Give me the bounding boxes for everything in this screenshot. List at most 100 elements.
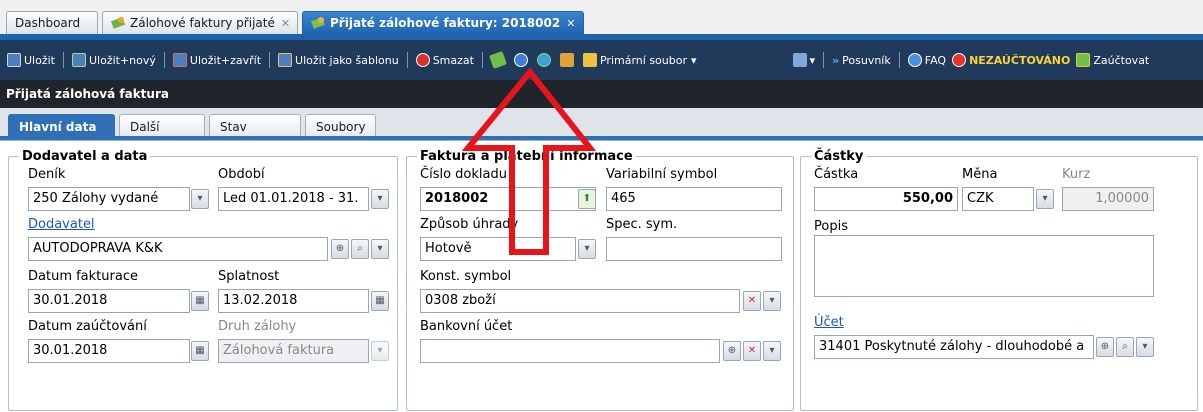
chevron-down-icon[interactable]: ▾ <box>371 239 389 259</box>
toolbar-separator <box>481 52 483 68</box>
supplier-field[interactable]: AUTODOPRAVA K&K <box>28 237 328 261</box>
floppy-close-icon <box>172 53 187 67</box>
bank-account-label: Bankovní účet <box>420 319 513 334</box>
add-icon[interactable]: ⊕ <box>723 341 741 361</box>
chevron-down-icon: ▾ <box>690 53 697 67</box>
add-icon[interactable]: ⊕ <box>331 239 349 259</box>
double-arrow-icon: » <box>832 53 840 67</box>
currency-label: Měna <box>962 167 998 182</box>
money-icon <box>489 51 507 69</box>
description-textarea[interactable] <box>814 235 1154 297</box>
layout-menu-button[interactable]: ▾ <box>790 48 819 72</box>
save-button[interactable]: Uložit <box>4 48 58 72</box>
save-new-button[interactable]: Uložit+nový <box>69 48 159 72</box>
invoice-money-icon <box>110 14 126 29</box>
page-title: Přijatá zálohová faktura <box>0 80 1203 108</box>
document-number-label: Číslo dokladu <box>420 167 507 182</box>
due-date-field[interactable]: 13.02.2018 <box>218 289 369 313</box>
tab-label: Dashboard <box>15 16 81 30</box>
grid-icon <box>792 53 807 67</box>
save-template-button[interactable]: Uložit jako šablonu <box>275 48 402 72</box>
journal-label: Deník <box>28 167 66 182</box>
calendar-icon[interactable]: ▦ <box>371 291 389 311</box>
period-select[interactable]: Led 01.01.2018 - 31. <box>218 187 369 211</box>
ledger-icon <box>1076 53 1091 67</box>
account-link[interactable]: Účet <box>814 315 844 330</box>
tab-advance-invoice-detail[interactable]: Přijaté zálohové faktury: 2018002 ✕ <box>302 11 584 35</box>
advance-type-select: Zálohová faktura <box>218 339 369 363</box>
faq-button[interactable]: FAQ <box>905 48 949 72</box>
form-tab-bar: Hlavní data Další údaje Stav faktury Sou… <box>0 108 1203 158</box>
calendar-icon[interactable]: ▦ <box>191 291 209 311</box>
exchange-rate-field: 1,00000 <box>1062 187 1154 211</box>
description-label: Popis <box>814 219 848 234</box>
slider-button[interactable]: » Posuvník <box>829 48 894 72</box>
tab-advance-invoices-received[interactable]: Zálohové faktury přijaté ✕ <box>102 11 298 35</box>
floppy-icon <box>7 53 21 67</box>
primary-file-button[interactable]: Primární soubor ▾ <box>580 48 700 72</box>
group-title: Faktura a platební informace <box>420 149 633 164</box>
chevron-down-icon[interactable]: ▾ <box>1136 337 1154 357</box>
chevron-down-icon[interactable]: ▾ <box>763 291 781 311</box>
due-date-label: Splatnost <box>218 269 280 284</box>
calendar-icon[interactable]: ▦ <box>191 341 209 361</box>
chevron-down-icon: ▾ <box>809 53 816 67</box>
posting-date-field[interactable]: 30.01.2018 <box>28 339 190 363</box>
journal-select[interactable]: 250 Zálohy vydané <box>28 187 190 211</box>
clear-icon[interactable]: ✕ <box>743 291 761 311</box>
payment-method-select[interactable]: Hotově <box>420 237 576 261</box>
posting-date-label: Datum zaúčtování <box>28 319 147 334</box>
post-button[interactable]: Zaúčtovat <box>1073 48 1152 72</box>
globe-button[interactable] <box>534 48 557 72</box>
chevron-down-icon[interactable]: ▾ <box>371 189 389 209</box>
save-close-button[interactable]: Uložit+zavřít <box>170 48 264 72</box>
warning-icon <box>952 53 967 67</box>
supplier-link[interactable]: Dodavatel <box>28 217 95 232</box>
variable-symbol-label: Variabilní symbol <box>606 167 718 182</box>
tab-dashboard[interactable]: Dashboard <box>6 11 98 35</box>
group-title: Dodavatel a data <box>22 149 148 164</box>
specific-symbol-label: Spec. sym. <box>606 217 678 232</box>
chevron-down-icon: ▾ <box>371 341 389 361</box>
floppy-template-icon <box>278 53 293 67</box>
delete-icon <box>415 53 430 67</box>
constant-symbol-label: Konst. symbol <box>420 269 512 284</box>
toolbar-separator <box>823 52 825 68</box>
add-icon[interactable]: ⊕ <box>1096 337 1114 357</box>
currency-select[interactable]: CZK <box>962 187 1034 211</box>
chevron-down-icon[interactable]: ▾ <box>578 239 596 259</box>
form-content: Dodavatel a data Deník 250 Zálohy vydané… <box>0 140 1203 412</box>
chevron-down-icon[interactable]: ▾ <box>191 189 209 209</box>
tab-label: Přijaté zálohové faktury: 2018002 <box>330 16 561 30</box>
payment-button[interactable] <box>488 48 511 72</box>
bank-account-select[interactable] <box>420 339 720 363</box>
constant-symbol-select[interactable]: 0308 zboží <box>420 289 740 313</box>
generate-number-icon[interactable]: ⬆ <box>578 189 596 209</box>
toolbar-separator <box>898 52 900 68</box>
variable-symbol-field[interactable]: 465 <box>606 187 782 211</box>
delete-button[interactable]: Smazat <box>413 48 477 72</box>
tab-label: Zálohové faktury přijaté <box>130 16 275 30</box>
lock-icon <box>559 53 574 67</box>
info-icon <box>513 53 528 67</box>
lock-button[interactable] <box>557 48 580 72</box>
search-icon[interactable]: ⌕ <box>351 239 369 259</box>
amount-label: Částka <box>814 167 859 182</box>
close-icon[interactable]: ✕ <box>281 17 290 30</box>
toolbar-separator <box>269 52 271 68</box>
close-icon[interactable]: ✕ <box>566 17 575 30</box>
main-toolbar: Uložit Uložit+nový Uložit+zavřít Uložit … <box>0 40 1203 80</box>
clear-icon[interactable]: ✕ <box>743 341 761 361</box>
advance-type-label: Druh zálohy <box>218 319 297 334</box>
search-icon[interactable]: ⌕ <box>1116 337 1134 357</box>
info-button[interactable] <box>511 48 534 72</box>
specific-symbol-field[interactable] <box>606 237 782 261</box>
globe-icon <box>536 53 551 67</box>
invoice-date-field[interactable]: 30.01.2018 <box>28 289 190 313</box>
chevron-down-icon[interactable]: ▾ <box>763 341 781 361</box>
help-icon <box>907 53 922 67</box>
chevron-down-icon[interactable]: ▾ <box>1036 189 1054 209</box>
account-select[interactable]: 31401 Poskytnuté zálohy - dlouhodobé a <box>814 335 1094 359</box>
document-number-field[interactable]: 2018002 <box>420 187 596 211</box>
amount-field[interactable]: 550,00 <box>814 187 958 211</box>
